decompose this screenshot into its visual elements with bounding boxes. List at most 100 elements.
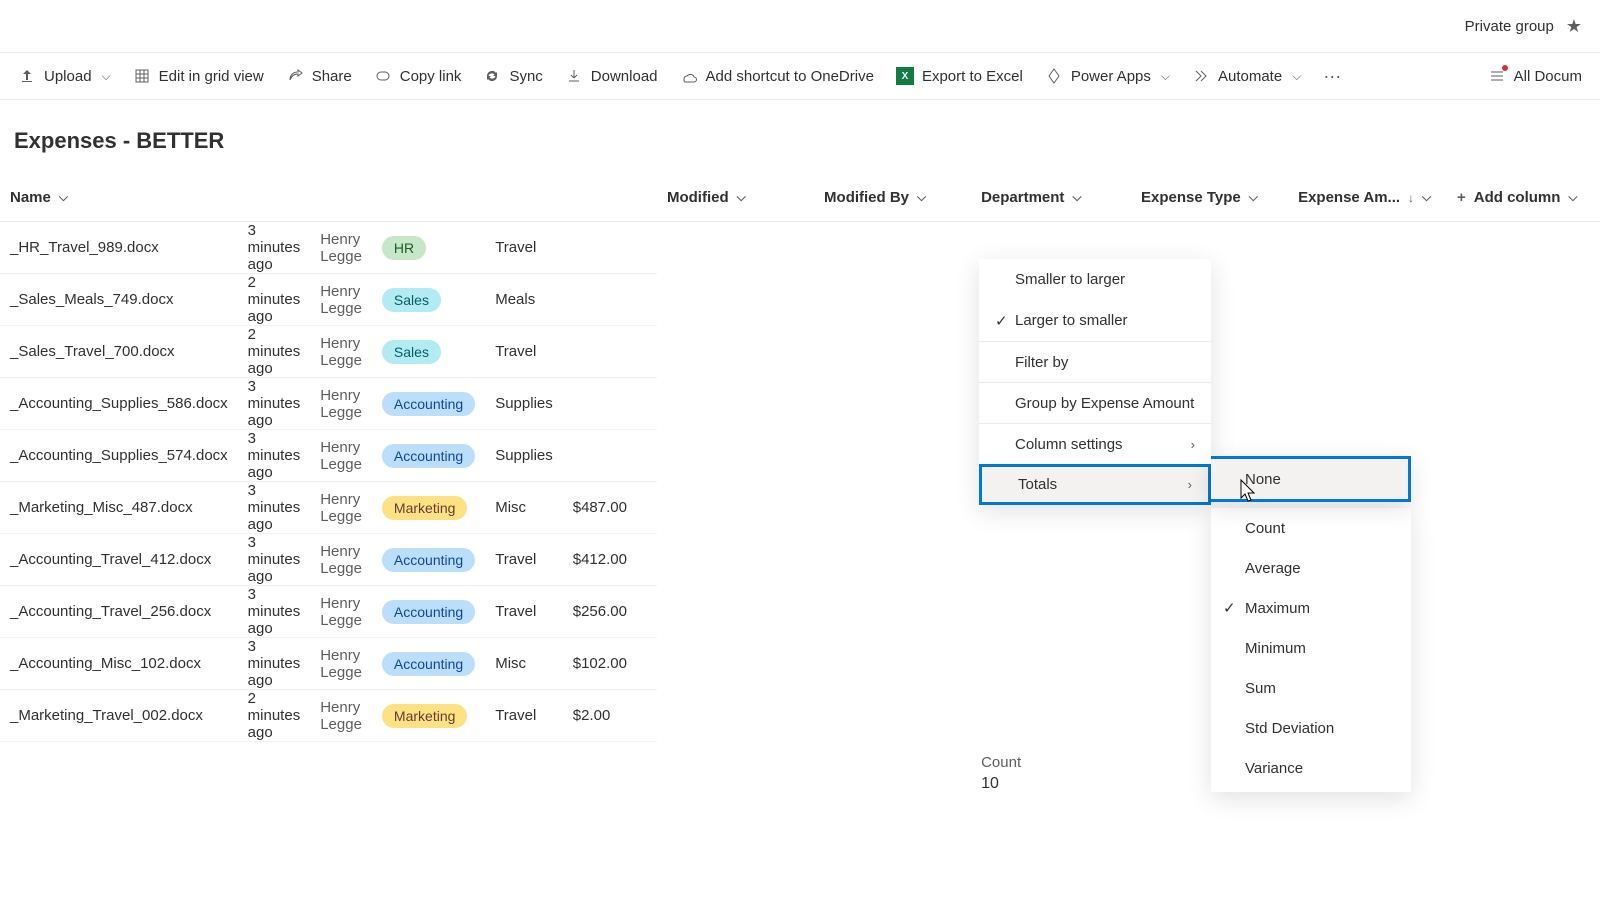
col-header-expense-type[interactable]: Expense Type⌵ <box>1131 174 1288 222</box>
cell-modified: 2 minutes ago <box>238 274 311 326</box>
submenu-item-average[interactable]: Average <box>1211 548 1411 588</box>
cell-modified-by[interactable]: Henry Legge <box>310 638 372 690</box>
table-row[interactable]: _Marketing_Misc_487.docx3 minutes agoHen… <box>0 482 657 534</box>
table-row[interactable]: _Accounting_Supplies_586.docx3 minutes a… <box>0 378 657 430</box>
download-button[interactable]: Download <box>565 67 658 85</box>
cell-modified-by[interactable]: Henry Legge <box>310 378 372 430</box>
cell-modified: 3 minutes ago <box>238 430 311 482</box>
cell-expense-amount <box>563 274 637 326</box>
cell-expense-amount <box>563 222 637 274</box>
automate-label: Automate <box>1218 68 1282 85</box>
department-pill: Accounting <box>382 600 475 624</box>
cell-name[interactable]: _Marketing_Misc_487.docx <box>0 482 238 534</box>
col-header-expense-amount[interactable]: Expense Am... ↓ ⌵ <box>1288 174 1447 222</box>
cell-modified-by[interactable]: Henry Legge <box>310 274 372 326</box>
edit-grid-button[interactable]: Edit in grid view <box>133 67 264 85</box>
copy-link-button[interactable]: Copy link <box>374 67 462 85</box>
cell-name[interactable]: _Marketing_Travel_002.docx <box>0 690 238 742</box>
cell-name[interactable]: _Accounting_Travel_256.docx <box>0 586 238 638</box>
cell-name[interactable]: _HR_Travel_989.docx <box>0 222 238 274</box>
view-selector-button[interactable]: All Docum <box>1488 67 1582 85</box>
table-row[interactable]: _Accounting_Travel_256.docx3 minutes ago… <box>0 586 657 638</box>
sync-label: Sync <box>509 68 542 85</box>
cell-modified-by[interactable]: Henry Legge <box>310 586 372 638</box>
cell-name[interactable]: _Accounting_Misc_102.docx <box>0 638 238 690</box>
chevron-down-icon: ⌵ <box>1161 69 1170 84</box>
page-header: Private group ★ <box>0 0 1600 52</box>
follow-star-icon[interactable]: ★ <box>1566 16 1582 37</box>
notification-dot-icon <box>1502 65 1508 71</box>
table-row[interactable]: _HR_Travel_989.docx3 minutes agoHenry Le… <box>0 222 657 274</box>
cell-modified: 3 minutes ago <box>238 586 311 638</box>
chevron-down-icon: ⌵ <box>737 190 746 205</box>
chevron-down-icon: ⌵ <box>1292 69 1301 84</box>
table-row[interactable]: _Accounting_Supplies_574.docx3 minutes a… <box>0 430 657 482</box>
menu-item-column-settings[interactable]: Column settings› <box>979 423 1211 464</box>
cell-name[interactable]: _Accounting_Supplies_574.docx <box>0 430 238 482</box>
upload-button[interactable]: Upload ⌵ <box>18 67 111 85</box>
menu-item-group-by[interactable]: Group by Expense Amount <box>979 382 1211 423</box>
share-icon <box>286 67 304 85</box>
submenu-item-none[interactable]: None <box>1211 459 1408 499</box>
department-pill: Marketing <box>382 704 467 728</box>
cell-name[interactable]: _Sales_Travel_700.docx <box>0 326 238 378</box>
menu-item-smaller-to-larger[interactable]: Smaller to larger <box>979 259 1211 300</box>
table-row[interactable]: _Sales_Meals_749.docx2 minutes agoHenry … <box>0 274 657 326</box>
table-row[interactable]: _Accounting_Misc_102.docx3 minutes agoHe… <box>0 638 657 690</box>
sort-descending-icon: ↓ <box>1408 191 1414 205</box>
submenu-item-variance[interactable]: Variance <box>1211 748 1411 788</box>
col-header-add-column[interactable]: +Add column⌵ <box>1447 174 1600 222</box>
cell-modified: 3 minutes ago <box>238 534 311 586</box>
menu-item-totals[interactable]: Totals› <box>979 464 1211 505</box>
cell-modified: 3 minutes ago <box>238 222 311 274</box>
department-pill: HR <box>382 236 426 260</box>
cell-modified-by[interactable]: Henry Legge <box>310 326 372 378</box>
submenu-item-stddev[interactable]: Std Deviation <box>1211 708 1411 748</box>
sync-button[interactable]: Sync <box>483 67 542 85</box>
chevron-down-icon: ⌵ <box>1249 190 1258 205</box>
cell-name[interactable]: _Accounting_Supplies_586.docx <box>0 378 238 430</box>
cell-modified-by[interactable]: Henry Legge <box>310 482 372 534</box>
cell-expense-type: Supplies <box>485 378 563 430</box>
col-header-department[interactable]: Department⌵ <box>971 174 1131 222</box>
cell-modified-by[interactable]: Henry Legge <box>310 430 372 482</box>
submenu-item-maximum[interactable]: ✓Maximum <box>1211 588 1411 628</box>
menu-item-filter-by[interactable]: Filter by <box>979 341 1211 382</box>
view-list-icon <box>1488 67 1506 85</box>
cell-department: Accounting <box>372 378 485 430</box>
export-excel-button[interactable]: X Export to Excel <box>896 67 1023 85</box>
cell-modified-by[interactable]: Henry Legge <box>310 222 372 274</box>
cell-department: Marketing <box>372 482 485 534</box>
table-row[interactable]: _Sales_Travel_700.docx2 minutes agoHenry… <box>0 326 657 378</box>
menu-item-larger-to-smaller[interactable]: ✓Larger to smaller <box>979 300 1211 341</box>
power-apps-button[interactable]: Power Apps ⌵ <box>1045 67 1170 85</box>
col-header-name[interactable]: Name⌵ <box>0 174 657 222</box>
submenu-item-sum[interactable]: Sum <box>1211 668 1411 708</box>
cell-expense-type: Misc <box>485 638 563 690</box>
submenu-item-minimum[interactable]: Minimum <box>1211 628 1411 668</box>
automate-icon <box>1192 67 1210 85</box>
table-row[interactable]: _Marketing_Travel_002.docx2 minutes agoH… <box>0 690 657 742</box>
more-actions-button[interactable]: ··· <box>1323 66 1341 87</box>
cell-modified-by[interactable]: Henry Legge <box>310 690 372 742</box>
col-header-modified[interactable]: Modified⌵ <box>657 174 814 222</box>
cell-name[interactable]: _Sales_Meals_749.docx <box>0 274 238 326</box>
automate-button[interactable]: Automate ⌵ <box>1192 67 1301 85</box>
chevron-down-icon: ⌵ <box>1072 190 1081 205</box>
cell-name[interactable]: _Accounting_Travel_412.docx <box>0 534 238 586</box>
submenu-item-count[interactable]: Count <box>1211 508 1411 548</box>
col-header-modified-by[interactable]: Modified By⌵ <box>814 174 971 222</box>
department-pill: Accounting <box>382 652 475 676</box>
share-label: Share <box>312 68 352 85</box>
department-pill: Marketing <box>382 496 467 520</box>
department-pill: Sales <box>382 288 441 312</box>
cell-modified-by[interactable]: Henry Legge <box>310 534 372 586</box>
department-pill: Accounting <box>382 444 475 468</box>
add-shortcut-button[interactable]: Add shortcut to OneDrive <box>680 67 874 85</box>
share-button[interactable]: Share <box>286 67 352 85</box>
chevron-down-icon: ⌵ <box>1422 190 1431 205</box>
cell-department: Accounting <box>372 430 485 482</box>
cell-department: Marketing <box>372 690 485 742</box>
totals-count-label: Count <box>981 754 1121 771</box>
table-row[interactable]: _Accounting_Travel_412.docx3 minutes ago… <box>0 534 657 586</box>
